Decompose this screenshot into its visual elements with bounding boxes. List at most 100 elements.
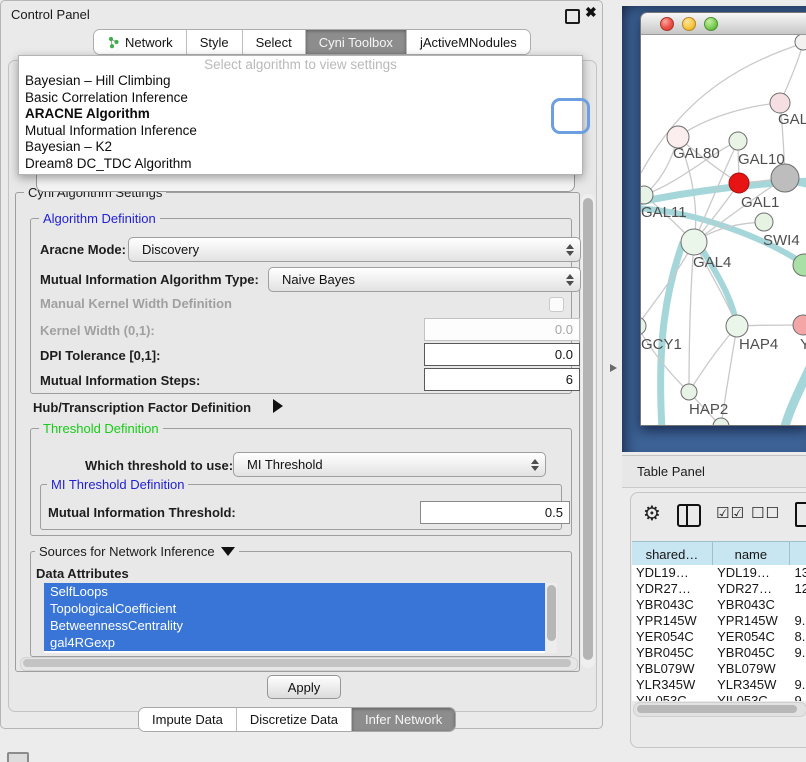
sources-title[interactable]: Sources for Network Inference	[39, 544, 215, 559]
mi-threshold-field[interactable]: 0.5	[420, 501, 570, 524]
mi-threshold-label: Mutual Information Threshold:	[48, 505, 236, 520]
svg-text:GAL11: GAL11	[641, 204, 687, 221]
tab-impute-data[interactable]: Impute Data	[139, 708, 236, 731]
tab-select[interactable]: Select	[242, 30, 305, 54]
tab-discretize-data[interactable]: Discretize Data	[236, 708, 351, 731]
table-panel-header: Table Panel	[622, 455, 806, 488]
column-view-icon[interactable]	[677, 504, 701, 527]
dpi-tolerance-label: DPI Tolerance [0,1]:	[40, 348, 160, 363]
node[interactable]	[726, 315, 748, 337]
svg-text:GAL80: GAL80	[673, 145, 720, 162]
node[interactable]	[729, 132, 747, 150]
node[interactable]	[771, 164, 799, 192]
aracne-mode-combo[interactable]: Discovery	[128, 237, 581, 262]
combo-stepper-icon	[566, 238, 574, 261]
node[interactable]	[681, 229, 707, 255]
manual-kernel-checkbox[interactable]	[549, 297, 564, 312]
zoom-traffic-light-icon[interactable]	[704, 17, 718, 31]
attribute-item[interactable]: SelfLoops	[44, 583, 545, 600]
algorithm-dropdown-popup: Select algorithm to view settings Bayesi…	[18, 55, 583, 175]
unchecked-checkboxes-icon[interactable]: ☐☐	[751, 504, 780, 522]
mi-steps-field[interactable]: 6	[424, 368, 580, 391]
node[interactable]	[795, 35, 806, 50]
algorithm-option[interactable]: Mutual Information Inference	[19, 123, 582, 140]
checked-checkboxes-icon[interactable]: ☑☑	[716, 504, 745, 522]
gear-icon[interactable]: ⚙	[643, 501, 661, 525]
algorithm-option[interactable]: Dream8 DC_TDC Algorithm	[19, 156, 582, 173]
node[interactable]	[793, 315, 806, 335]
control-panel-tab-bar: Network Style Select Cyni Toolbox jActiv…	[93, 29, 531, 55]
table-row[interactable]: YDR27… YDR27… 12	[632, 581, 806, 597]
table-row[interactable]: YBL079W YBL079W	[632, 661, 806, 677]
node-gal1-red[interactable]	[729, 173, 749, 193]
column-header-name[interactable]: name	[713, 542, 790, 566]
algorithm-option-highlighted[interactable]: ARACNE Algorithm	[19, 106, 582, 123]
application-root: Control Panel ✖ Network Style Select	[0, 0, 806, 762]
node[interactable]	[713, 418, 729, 426]
attribute-item[interactable]: gal4RGexp	[44, 634, 545, 651]
which-threshold-combo[interactable]: MI Threshold	[233, 452, 546, 477]
attributes-list-scrollbar[interactable]	[546, 583, 557, 653]
svg-text:Y: Y	[800, 336, 806, 353]
close-icon[interactable]: ✖	[585, 4, 597, 21]
data-attributes-label: Data Attributes	[36, 566, 129, 581]
algorithm-option[interactable]: Basic Correlation Inference	[19, 90, 582, 107]
network-window-titlebar[interactable]	[641, 13, 806, 35]
tab-style[interactable]: Style	[186, 30, 242, 54]
float-icon[interactable]	[565, 9, 580, 24]
tab-network[interactable]: Network	[94, 30, 186, 54]
tab-infer-network[interactable]: Infer Network	[351, 708, 455, 731]
svg-text:GAL4: GAL4	[693, 254, 731, 271]
table-toolbar: ⚙ ☑☑ ☐☐	[631, 499, 806, 533]
node[interactable]	[755, 213, 773, 231]
table-rows: YDL19… YDL19… 13 YDR27… YDR27… 12 YBR043…	[632, 565, 806, 701]
svg-text:GAL1: GAL1	[741, 194, 779, 211]
table-row[interactable]: YBR045C YBR045C 9.	[632, 645, 806, 661]
dpi-tolerance-field[interactable]: 0.0	[424, 343, 580, 366]
svg-text:SWI4: SWI4	[763, 232, 800, 249]
table-row[interactable]: YPR145W YPR145W 9.	[632, 613, 806, 629]
table-row[interactable]: YER054C YER054C 8.	[632, 629, 806, 645]
combo-stepper-icon	[566, 268, 574, 291]
document-icon[interactable]	[795, 502, 806, 527]
mi-steps-label: Mutual Information Steps:	[40, 373, 200, 388]
algorithm-definition-title: Algorithm Definition	[39, 211, 160, 226]
table-row[interactable]: YDL19… YDL19… 13	[632, 565, 806, 581]
mouse-cursor	[610, 364, 617, 372]
tab-network-label: Network	[125, 35, 173, 50]
table-row[interactable]: YIL053C YIL053C 9	[632, 693, 806, 701]
table-row[interactable]: YBR043C YBR043C	[632, 597, 806, 613]
column-header-partial[interactable]	[790, 542, 806, 566]
settings-vertical-scrollbar[interactable]	[581, 194, 595, 668]
svg-text:GCY1: GCY1	[641, 336, 682, 353]
network-window: GAL GAL80 GAL10 GAL1 GAL11 SWI4 GAL4 GCY…	[640, 12, 806, 426]
node[interactable]	[681, 384, 697, 400]
table-row[interactable]: YLR345W YLR345W 9.	[632, 677, 806, 693]
node[interactable]	[641, 317, 646, 335]
mi-type-combo[interactable]: Naive Bayes	[268, 267, 581, 292]
table-horizontal-scrollbar[interactable]	[633, 702, 806, 717]
chevron-down-icon[interactable]	[221, 547, 235, 556]
node[interactable]	[770, 93, 790, 113]
settings-horizontal-scrollbar[interactable]	[20, 657, 578, 671]
svg-text:HAP4: HAP4	[739, 336, 778, 353]
svg-text:GAL10: GAL10	[738, 151, 785, 168]
close-traffic-light-icon[interactable]	[660, 17, 674, 31]
kernel-width-field[interactable]: 0.0	[424, 318, 580, 341]
minimize-traffic-light-icon[interactable]	[682, 17, 696, 31]
attribute-item[interactable]: TopologicalCoefficient	[44, 600, 545, 617]
tab-cyni-toolbox[interactable]: Cyni Toolbox	[305, 30, 406, 54]
algorithm-option[interactable]: Bayesian – K2	[19, 139, 582, 156]
algorithm-option[interactable]: Bayesian – Hill Climbing	[19, 73, 582, 90]
mi-threshold-title: MI Threshold Definition	[47, 477, 188, 492]
network-canvas[interactable]: GAL GAL80 GAL10 GAL1 GAL11 SWI4 GAL4 GCY…	[641, 35, 806, 425]
hub-definition-toggle-label[interactable]: Hub/Transcription Factor Definition	[33, 400, 251, 415]
tab-jactivemnodules[interactable]: jActiveMNodules	[406, 30, 530, 54]
data-attributes-list: SelfLoops TopologicalCoefficient Between…	[44, 583, 545, 653]
column-header-shared[interactable]: shared…	[632, 542, 713, 566]
minimized-panel-icon[interactable]	[7, 752, 29, 762]
chevron-right-icon[interactable]	[273, 399, 283, 413]
threshold-definition-title: Threshold Definition	[39, 421, 163, 436]
attribute-item[interactable]: BetweennessCentrality	[44, 617, 545, 634]
apply-button[interactable]: Apply	[267, 675, 341, 699]
